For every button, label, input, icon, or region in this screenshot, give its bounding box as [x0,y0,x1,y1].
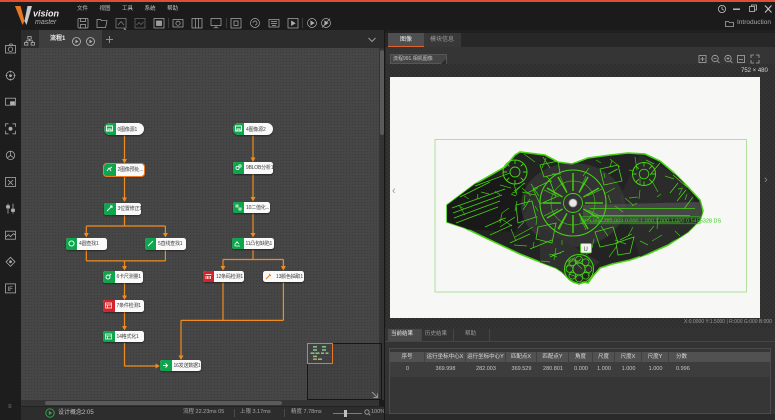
svg-text:IF: IF [8,287,14,293]
svg-text:vision: vision [33,9,60,19]
svg-text:U: U [584,247,588,253]
svg-text:master: master [35,19,57,26]
